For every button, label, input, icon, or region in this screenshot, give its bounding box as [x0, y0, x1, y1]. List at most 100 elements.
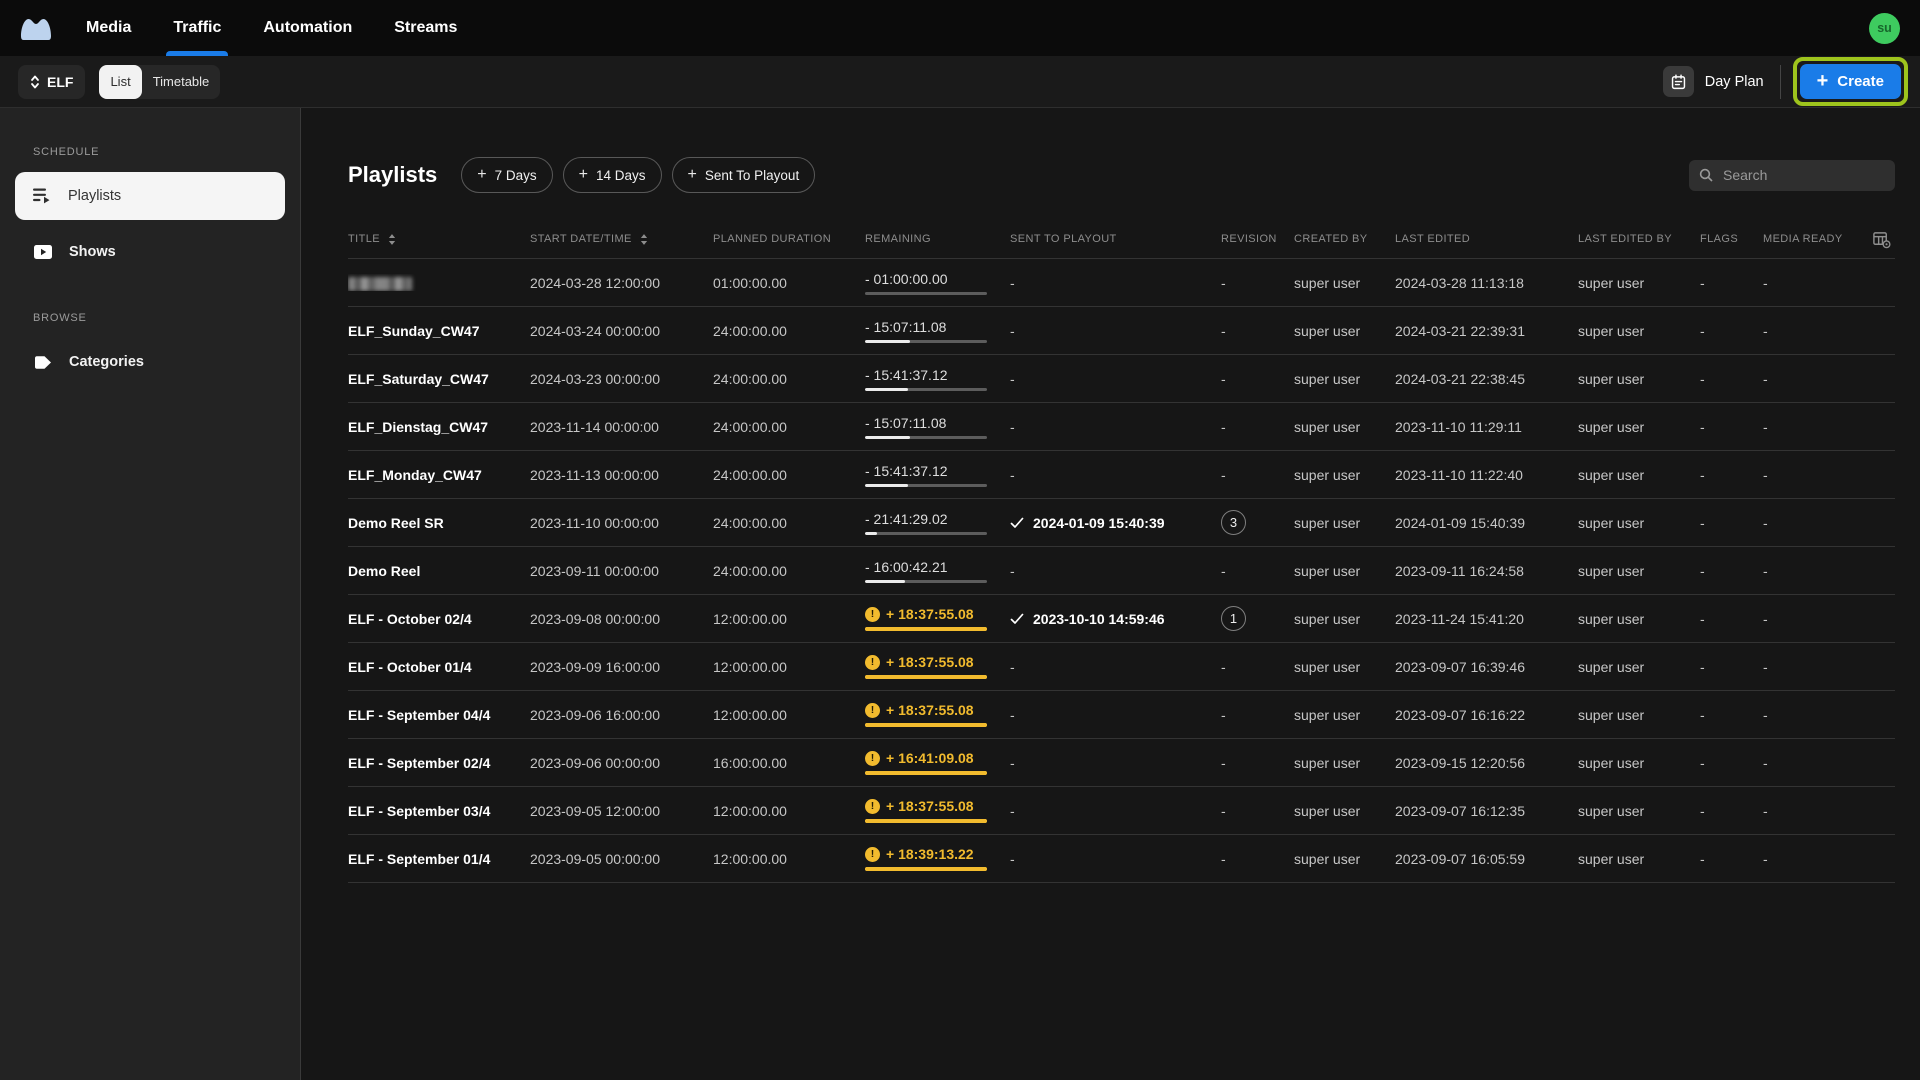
remaining-cell: - 15:41:37.12 — [865, 367, 987, 391]
remaining-progress-fill — [865, 867, 987, 871]
remaining-progress-bar — [865, 483, 987, 487]
remaining-value: + 18:39:13.22 — [886, 846, 974, 862]
playlist-title[interactable]: ELF - September 02/4 — [348, 755, 530, 771]
view-toggle-list[interactable]: List — [99, 64, 142, 99]
last-edited: 2023-11-10 11:29:11 — [1395, 418, 1522, 435]
media-ready-value: - — [1763, 850, 1768, 867]
planned-duration: 24:00:00.00 — [713, 562, 787, 579]
plus-icon: + — [1816, 69, 1829, 92]
playlist-row[interactable]: ELF - September 02/4 2023-09-06 00:00:00… — [348, 739, 1895, 787]
playlist-row[interactable]: ELF_Monday_CW47 2023-11-13 00:00:00 24:0… — [348, 451, 1895, 499]
sent-datetime: - — [1010, 706, 1015, 723]
media-ready-value: - — [1763, 610, 1768, 627]
app-logo-icon[interactable] — [20, 14, 52, 42]
quick-filter-sent-to-playout-button[interactable]: + Sent To Playout — [671, 157, 816, 193]
nav-item-media[interactable]: Media — [86, 0, 131, 56]
last-edited-by: super user — [1578, 322, 1645, 339]
sent-datetime: - — [1010, 370, 1015, 387]
playlist-title[interactable]: Demo Reel SR — [348, 515, 530, 531]
playlist-row[interactable]: ELF - October 01/4 2023-09-09 16:00:00 1… — [348, 643, 1895, 691]
media-ready-value: - — [1763, 562, 1768, 579]
planned-duration: 24:00:00.00 — [713, 322, 787, 339]
column-header-sent-to-playout: SENT TO PLAYOUT — [1010, 233, 1221, 245]
created-by: super user — [1294, 706, 1361, 723]
playlist-title[interactable]: Demo Reel — [348, 563, 530, 579]
sent-to-playout-cell: - — [1010, 755, 1221, 771]
nav-item-automation[interactable]: Automation — [263, 0, 352, 56]
start-datetime: 2023-09-09 16:00:00 — [530, 658, 660, 675]
playlist-row[interactable]: Demo Reel 2023-09-11 00:00:00 24:00:00.0… — [348, 547, 1895, 595]
remaining-value: + 18:37:55.08 — [886, 606, 974, 622]
sort-icon — [388, 233, 396, 245]
last-edited-by: super user — [1578, 418, 1645, 435]
playlist-row[interactable]: Demo Reel SR 2023-11-10 00:00:00 24:00:0… — [348, 499, 1895, 547]
redacted-title — [348, 276, 412, 291]
playlist-title[interactable]: ELF - September 04/4 — [348, 707, 530, 723]
revision-cell: - — [1221, 802, 1226, 819]
sidebar-item-categories[interactable]: Categories — [15, 338, 285, 386]
column-label: REVISION — [1221, 233, 1277, 245]
playlist-row[interactable]: ELF - October 02/4 2023-09-08 00:00:00 1… — [348, 595, 1895, 643]
start-datetime: 2023-09-06 16:00:00 — [530, 706, 660, 723]
column-header-title[interactable]: TITLE — [348, 233, 530, 246]
playlist-title[interactable]: ELF - October 02/4 — [348, 611, 530, 627]
revision-cell: 3 — [1221, 510, 1294, 535]
start-datetime: 2024-03-28 12:00:00 — [530, 274, 660, 291]
column-settings-button[interactable] — [1872, 230, 1895, 249]
remaining-cell: - 15:07:11.08 — [865, 319, 987, 343]
day-plan-button[interactable] — [1662, 66, 1694, 97]
remaining-value: + 18:37:55.08 — [886, 798, 974, 814]
planned-duration: 12:00:00.00 — [713, 706, 787, 723]
playlist-row[interactable]: ELF - September 01/4 2023-09-05 00:00:00… — [348, 835, 1895, 883]
sidebar-item-playlists[interactable]: Playlists — [15, 172, 285, 220]
last-edited: 2023-09-07 16:05:59 — [1395, 850, 1525, 867]
playlist-row[interactable]: ELF_Dienstag_CW47 2023-11-14 00:00:00 24… — [348, 403, 1895, 451]
quick-filter-7-days-button[interactable]: + 7 Days — [461, 157, 553, 193]
playlist-row[interactable]: ELF - September 03/4 2023-09-05 12:00:00… — [348, 787, 1895, 835]
flags-value: - — [1700, 322, 1705, 339]
playlist-title[interactable]: ELF_Sunday_CW47 — [348, 323, 530, 339]
created-by: super user — [1294, 850, 1361, 867]
warning-icon: ! — [865, 654, 880, 670]
user-avatar[interactable]: su — [1869, 12, 1900, 44]
playlist-title[interactable]: ELF - September 03/4 — [348, 803, 530, 819]
created-by: super user — [1294, 514, 1361, 531]
sent-datetime: 2023-10-10 14:59:46 — [1033, 610, 1165, 627]
quick-filter-14-days-button[interactable]: + 14 Days — [562, 157, 662, 193]
sent-to-playout-cell: 2024-01-09 15:40:39 — [1010, 515, 1221, 531]
column-header-planned-duration: PLANNED DURATION — [713, 233, 865, 245]
playlist-title[interactable]: ELF_Monday_CW47 — [348, 467, 530, 483]
nav-item-streams[interactable]: Streams — [394, 0, 457, 56]
column-header-start[interactable]: START DATE/TIME — [530, 233, 713, 246]
create-button[interactable]: + Create — [1799, 64, 1901, 99]
playlist-title[interactable] — [348, 274, 530, 291]
playlist-title[interactable]: ELF - September 01/4 — [348, 851, 530, 867]
remaining-progress-fill — [865, 483, 908, 487]
playlist-row[interactable]: ELF_Sunday_CW47 2024-03-24 00:00:00 24:0… — [348, 307, 1895, 355]
search-input[interactable] — [1721, 166, 1885, 184]
view-toggle-timetable[interactable]: Timetable — [142, 65, 221, 99]
sent-to-playout-cell: 2023-10-10 14:59:46 — [1010, 611, 1221, 627]
playlist-row[interactable]: 2024-03-28 12:00:00 01:00:00.00 - 01:00:… — [348, 259, 1895, 307]
top-nav: Media Traffic Automation Streams su — [0, 0, 1920, 56]
sent-to-playout-cell: - — [1010, 323, 1221, 339]
playlist-title[interactable]: ELF - October 01/4 — [348, 659, 530, 675]
nav-item-traffic[interactable]: Traffic — [166, 0, 229, 56]
channel-selector-button[interactable]: ELF — [18, 64, 86, 99]
planned-duration: 12:00:00.00 — [713, 658, 787, 675]
sidebar-section-schedule: SCHEDULE — [33, 146, 100, 158]
sent-to-playout-cell: - — [1010, 467, 1221, 483]
playlist-row[interactable]: ELF_Saturday_CW47 2024-03-23 00:00:00 24… — [348, 355, 1895, 403]
start-datetime: 2023-09-11 00:00:00 — [530, 562, 659, 579]
revision-cell: - — [1221, 466, 1226, 483]
sent-to-playout-cell: - — [1010, 707, 1221, 723]
media-ready-value: - — [1763, 754, 1768, 771]
remaining-progress-bar — [865, 579, 987, 583]
remaining-line: ! + 16:41:09.08 — [865, 750, 987, 766]
playlist-title[interactable]: ELF_Dienstag_CW47 — [348, 419, 530, 435]
playlist-row[interactable]: ELF - September 04/4 2023-09-06 16:00:00… — [348, 691, 1895, 739]
sidebar-item-shows[interactable]: Shows — [15, 228, 285, 276]
last-edited-by: super user — [1578, 754, 1645, 771]
playlist-title[interactable]: ELF_Saturday_CW47 — [348, 371, 530, 387]
flags-value: - — [1700, 850, 1705, 867]
